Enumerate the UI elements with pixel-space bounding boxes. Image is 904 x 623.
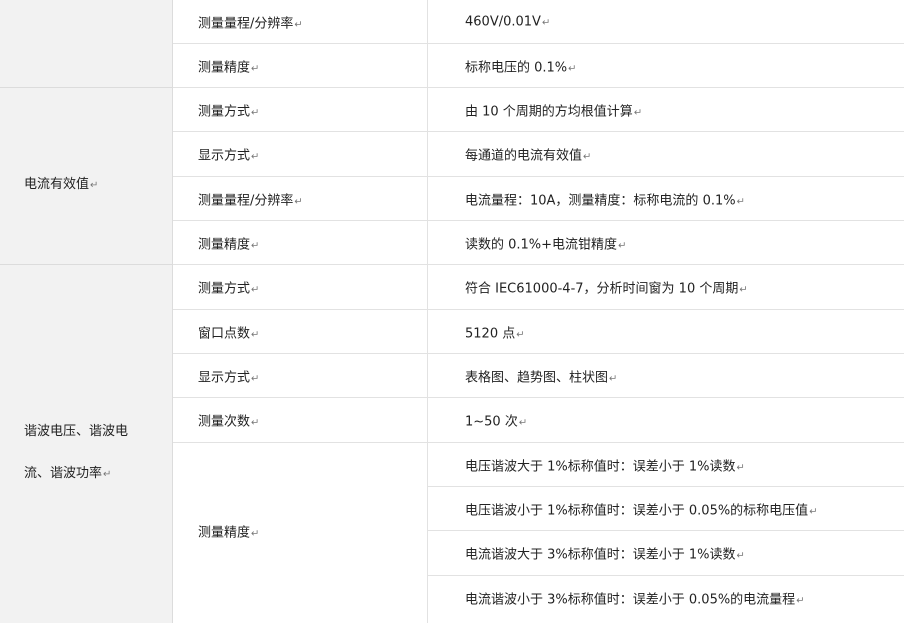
- table-row: 测量量程/分辨率↵ 电流量程：10A，测量精度：标称电流的 0.1%↵: [173, 177, 904, 221]
- category-label-line-2: 流、谐波功率↵: [24, 466, 112, 481]
- property-cell: 窗口点数↵: [198, 326, 260, 342]
- value-cell: 每通道的电流有效值↵: [465, 148, 592, 164]
- table-row: 测量方式↵ 由 10 个周期的方均根值计算↵: [173, 88, 904, 132]
- category-label: 电流有效值↵: [24, 177, 99, 192]
- value-cell: 1~50 次↵: [465, 414, 528, 430]
- table-row: 测量方式↵ 符合 IEC61000-4-7，分析时间窗为 10 个周期↵: [173, 265, 904, 309]
- property-cell: 测量精度↵: [198, 525, 260, 541]
- property-cell: 测量精度↵: [198, 60, 260, 76]
- value-cell: 电压谐波小于 1%标称值时：误差小于 0.05%的标称电压值↵: [465, 503, 818, 519]
- value-cell: 电流谐波小于 3%标称值时：误差小于 0.05%的电流量程↵: [465, 592, 805, 608]
- property-cell: 测量量程/分辨率↵: [198, 16, 303, 32]
- value-cell: 电流量程：10A，测量精度：标称电流的 0.1%↵: [465, 193, 745, 209]
- property-cell: 显示方式↵: [198, 370, 260, 386]
- property-cell: 测量方式↵: [198, 281, 260, 297]
- category-cell-voltage: [0, 0, 173, 88]
- property-cell: 测量量程/分辨率↵: [198, 193, 303, 209]
- value-cell: 电流谐波大于 3%标称值时：误差小于 1%读数↵: [465, 547, 745, 563]
- table-row: 显示方式↵ 表格图、趋势图、柱状图↵: [173, 354, 904, 398]
- category-label-line-1: 谐波电压、谐波电: [24, 424, 129, 439]
- table-row: 测量精度↵ 读数的 0.1%+电流钳精度↵: [173, 221, 904, 265]
- value-cell: 由 10 个周期的方均根值计算↵: [465, 104, 643, 120]
- property-cell: 测量次数↵: [198, 414, 260, 430]
- table-row: 窗口点数↵ 5120 点↵: [173, 310, 904, 354]
- value-cell: 5120 点↵: [465, 326, 525, 342]
- property-cell: 测量方式↵: [198, 104, 260, 120]
- value-cell: 标称电压的 0.1%↵: [465, 60, 577, 76]
- value-cell: 符合 IEC61000-4-7，分析时间窗为 10 个周期↵: [465, 281, 748, 297]
- table-row: 测量量程/分辨率↵ 460V/0.01V↵: [173, 0, 904, 44]
- table-row: 测量次数↵ 1~50 次↵: [173, 398, 904, 442]
- value-cell: 读数的 0.1%+电流钳精度↵: [465, 237, 627, 253]
- property-cell: 显示方式↵: [198, 148, 260, 164]
- property-cell: 测量精度↵: [198, 237, 260, 253]
- category-cell-current-rms: 电流有效值↵: [0, 88, 173, 265]
- table-row: 测量精度↵ 标称电压的 0.1%↵: [173, 44, 904, 88]
- value-cell: 电压谐波大于 1%标称值时：误差小于 1%读数↵: [465, 459, 745, 475]
- spec-table: 电流有效值↵ 谐波电压、谐波电 流、谐波功率↵ 测量量程/分辨率↵ 460V/0…: [0, 0, 904, 623]
- value-cell: 460V/0.01V↵: [465, 14, 551, 30]
- table-row-accuracy: 测量精度↵ 电压谐波大于 1%标称值时：误差小于 1%读数↵ 电压谐波小于 1%…: [173, 443, 904, 623]
- category-cell-harmonics: 谐波电压、谐波电 流、谐波功率↵: [0, 265, 173, 623]
- table-row: 显示方式↵ 每通道的电流有效值↵: [173, 132, 904, 176]
- value-cell: 表格图、趋势图、柱状图↵: [465, 370, 618, 386]
